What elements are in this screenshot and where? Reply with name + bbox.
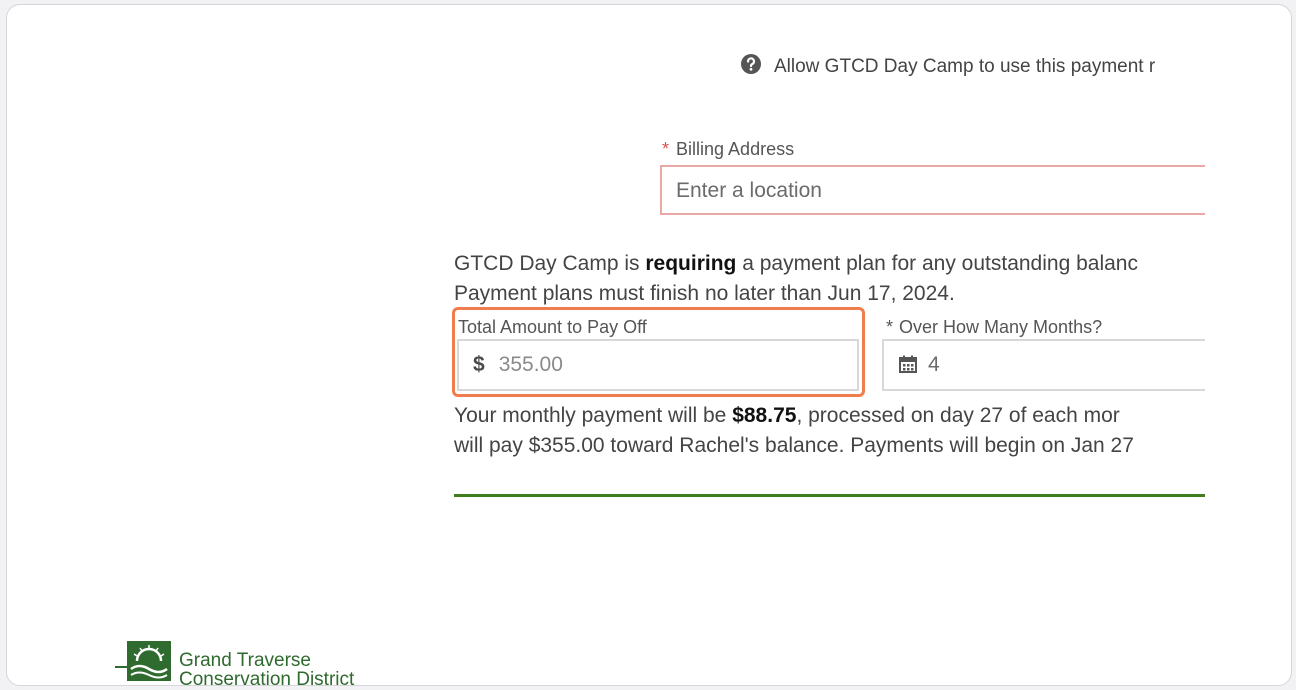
payment-plan-requirement: GTCD Day Camp is requiring a payment pla… xyxy=(454,249,1138,279)
plan-text-bold: requiring xyxy=(645,252,737,275)
logo-line-2: Conservation District xyxy=(179,669,355,686)
total-amount-input[interactable]: $355.00 xyxy=(457,339,859,391)
monthly-payment-line-1: Your monthly payment will be $88.75, pro… xyxy=(454,401,1134,431)
logo-wordmark: Grand Traverse Conservation District xyxy=(179,650,355,686)
dollar-icon: $ xyxy=(473,353,485,376)
months-value: 4 xyxy=(928,353,940,376)
logo-line-1: Grand Traverse xyxy=(179,650,311,671)
payment-plan-deadline: Payment plans must finish no later than … xyxy=(454,282,955,305)
monthly-amount: $88.75 xyxy=(732,404,797,427)
billing-address-placeholder: Enter a location xyxy=(676,179,822,202)
total-amount-value: 355.00 xyxy=(498,353,563,376)
monthly-payment-summary: Your monthly payment will be $88.75, pro… xyxy=(454,401,1134,461)
monthly-suffix: , processed on day 27 of each mor xyxy=(796,404,1120,427)
organization-logo: Grand Traverse Conservation District xyxy=(115,637,375,686)
section-divider xyxy=(454,494,1205,497)
billing-address-input[interactable]: Enter a location xyxy=(660,165,1205,215)
payment-form: Allow GTCD Day Camp to use this payment … xyxy=(400,17,1205,685)
monthly-payment-line-2: will pay $355.00 toward Rachel's balance… xyxy=(454,434,1134,457)
sun-over-water-logo-icon xyxy=(115,641,171,681)
plan-text-suffix: a payment plan for any outstanding balan… xyxy=(736,252,1138,275)
allow-payment-row[interactable]: Allow GTCD Day Camp to use this payment … xyxy=(740,53,1155,78)
calendar-icon xyxy=(899,355,917,373)
question-circle-icon[interactable] xyxy=(740,53,762,75)
required-marker: * xyxy=(886,317,894,337)
billing-address-label-text: Billing Address xyxy=(676,139,795,159)
billing-address-label: * Billing Address xyxy=(662,139,794,160)
total-amount-label: Total Amount to Pay Off xyxy=(458,317,647,337)
allow-payment-text: Allow GTCD Day Camp to use this payment … xyxy=(774,56,1156,77)
app-window: Grand Traverse Conservation District All… xyxy=(6,4,1292,686)
plan-text-prefix: GTCD Day Camp is xyxy=(454,252,646,275)
monthly-prefix: Your monthly payment will be xyxy=(454,404,733,427)
months-label-text: Over How Many Months? xyxy=(899,317,1103,337)
payment-plan-notice: GTCD Day Camp is requiring a payment pla… xyxy=(454,249,1138,309)
months-input[interactable]: 4 xyxy=(882,339,1205,391)
sidebar: Grand Traverse Conservation District xyxy=(95,17,401,685)
months-label: * Over How Many Months? xyxy=(886,317,1102,338)
required-marker: * xyxy=(662,139,670,159)
